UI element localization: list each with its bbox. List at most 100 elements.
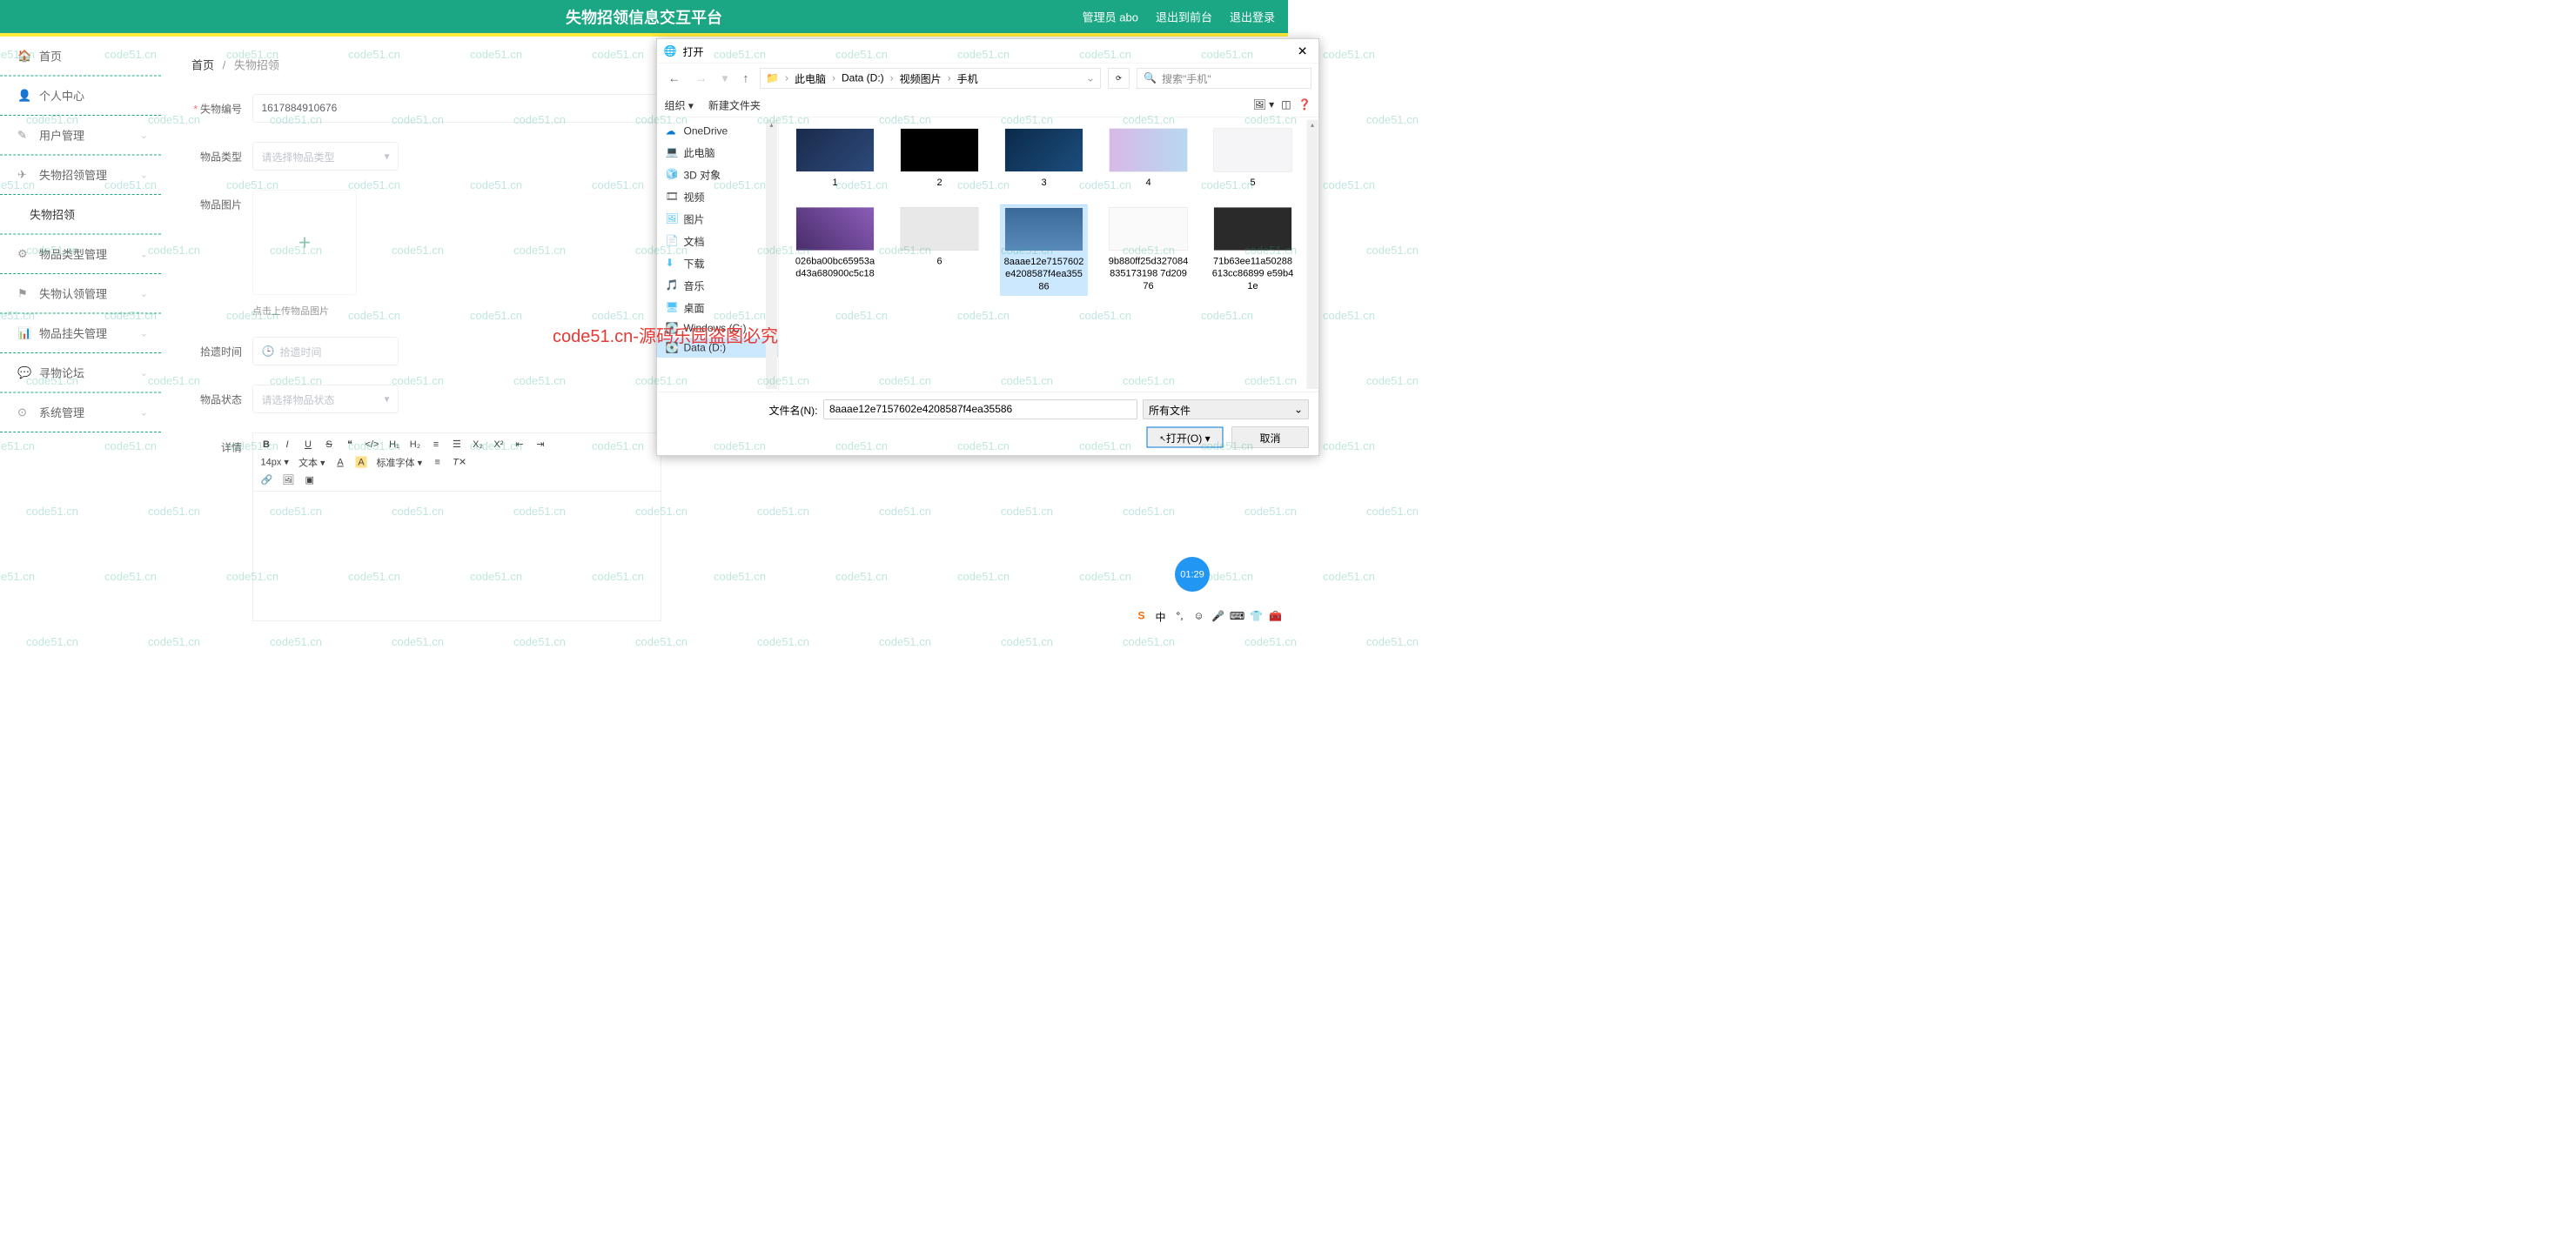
preview-pane-button[interactable]: ◫ (1281, 98, 1291, 111)
path-seg-2[interactable]: 视频图片 (900, 70, 942, 86)
image-button[interactable]: 🖼 (282, 474, 294, 486)
tree-scrollbar[interactable]: ▴ (766, 120, 777, 390)
ime-voice-button[interactable]: 🎤 (1211, 610, 1224, 623)
tree-item-7[interactable]: 🎵音乐 (657, 274, 779, 297)
new-folder-button[interactable]: 新建文件夹 (708, 97, 761, 113)
sidebar-icon: ⚙ (17, 247, 31, 261)
sidebar-item-0[interactable]: 🏠首页 (0, 37, 161, 77)
cancel-button[interactable]: 取消 (1232, 427, 1309, 448)
ime-punct-button[interactable]: °, (1173, 610, 1186, 623)
open-button[interactable]: ↖打开(O) ▾ (1147, 427, 1224, 448)
indent-out-button[interactable]: ⇤ (513, 439, 525, 450)
align-button[interactable]: ≡ (432, 457, 443, 468)
text-color-button[interactable]: A (335, 457, 346, 468)
tree-item-0[interactable]: ☁OneDrive (657, 122, 779, 142)
file-item-2[interactable]: 3 (1001, 126, 1088, 191)
sidebar-item-3[interactable]: ✈失物招领管理⌄ (0, 156, 161, 196)
code-button[interactable]: </> (366, 439, 379, 450)
back-button[interactable]: ← (665, 70, 684, 87)
path-seg-3[interactable]: 手机 (957, 70, 978, 86)
indent-in-button[interactable]: ⇥ (534, 439, 546, 450)
sup-button[interactable]: X² (493, 439, 504, 450)
tree-item-8[interactable]: 🖥桌面 (657, 297, 779, 319)
file-item-0[interactable]: 1 (792, 126, 879, 191)
help-button[interactable]: ❓ (1298, 98, 1311, 111)
search-input[interactable]: 🔍 搜索"手机" (1137, 68, 1311, 89)
font-size-select[interactable]: 14px ▾ (261, 457, 289, 468)
ol-button[interactable]: ≡ (430, 439, 441, 450)
sidebar-item-2[interactable]: ✎用户管理⌄ (0, 116, 161, 156)
editor-body[interactable] (252, 491, 661, 621)
tree-item-10[interactable]: 💽Data (D:) (657, 338, 779, 358)
file-item-4[interactable]: 5 (1210, 126, 1297, 191)
std-font-select[interactable]: 标准字体 ▾ (377, 455, 423, 469)
file-item-3[interactable]: 4 (1105, 126, 1192, 191)
quote-button[interactable]: ❝ (345, 439, 356, 450)
path-seg-1[interactable]: Data (D:) (842, 72, 884, 84)
sidebar-item-7[interactable]: 📊物品挂失管理⌄ (0, 314, 161, 354)
video-button[interactable]: ▣ (304, 474, 315, 486)
font-family-select[interactable]: 文本 ▾ (299, 455, 325, 469)
tree-item-2[interactable]: 🧊3D 对象 (657, 164, 779, 186)
path-bar[interactable]: 📁 › 此电脑› Data (D:)› 视频图片› 手机 ⌄ (761, 68, 1101, 89)
clear-format-button[interactable]: T✕ (453, 457, 466, 468)
ul-button[interactable]: ☰ (451, 439, 462, 450)
underline-button[interactable]: U (303, 439, 314, 450)
tree-item-6[interactable]: ⬇下载 (657, 252, 779, 275)
sidebar-item-5[interactable]: ⚙物品类型管理⌄ (0, 235, 161, 275)
file-item-5[interactable]: 026ba00bc65953ad43a680900c5c18 (792, 204, 879, 296)
forward-button[interactable]: → (692, 70, 711, 87)
tree-item-1[interactable]: 💻此电脑 (657, 141, 779, 164)
tree-item-3[interactable]: 🎞视频 (657, 185, 779, 208)
exit-frontend-link[interactable]: 退出到前台 (1156, 9, 1212, 25)
type-select[interactable]: 请选择物品类型 ▾ (252, 143, 399, 171)
tree-icon: 💽 (666, 322, 678, 335)
close-button[interactable]: ✕ (1293, 44, 1312, 58)
organize-menu[interactable]: 组织 ▾ (665, 97, 694, 113)
recent-button[interactable]: ▾ (719, 70, 732, 88)
sidebar-item-8[interactable]: 💬寻物论坛⌄ (0, 353, 161, 393)
sidebar-label: 寻物论坛 (39, 365, 84, 381)
file-item-6[interactable]: 6 (896, 204, 983, 296)
strike-button[interactable]: S (324, 439, 335, 450)
italic-button[interactable]: I (282, 439, 293, 450)
clock-icon: 🕒 (262, 345, 275, 358)
ime-emoji-button[interactable]: ☺ (1192, 610, 1205, 623)
refresh-button[interactable]: ⟳ (1109, 68, 1130, 89)
sidebar-item-6[interactable]: ⚑失物认领管理⌄ (0, 274, 161, 314)
filename-input[interactable] (823, 400, 1137, 419)
file-filter-select[interactable]: 所有文件 ⌄ (1144, 400, 1309, 419)
link-button[interactable]: 🔗 (261, 474, 273, 486)
path-seg-0[interactable]: 此电脑 (795, 70, 826, 86)
tree-item-4[interactable]: 🖼图片 (657, 208, 779, 231)
logout-link[interactable]: 退出登录 (1230, 9, 1275, 25)
h2-button[interactable]: H₂ (409, 439, 420, 450)
file-item-1[interactable]: 2 (896, 126, 983, 191)
tree-item-5[interactable]: 📄文档 (657, 230, 779, 252)
ime-lang-button[interactable]: 中 (1154, 610, 1167, 623)
sogou-icon[interactable]: S (1135, 610, 1148, 623)
h1-button[interactable]: H₁ (388, 439, 399, 450)
sidebar-item-4[interactable]: 失物招领 (0, 195, 161, 235)
breadcrumb-root[interactable]: 首页 (191, 59, 214, 72)
status-select[interactable]: 请选择物品状态 ▾ (252, 385, 399, 413)
path-chevron-icon[interactable]: ⌄ (1086, 72, 1095, 85)
sidebar-item-9[interactable]: ⊙系统管理⌄ (0, 393, 161, 433)
ime-toolbox-button[interactable]: 🧰 (1269, 610, 1282, 623)
tree-item-9[interactable]: 💽Windows (C:) (657, 318, 779, 338)
files-scrollbar[interactable]: ▴ (1307, 120, 1318, 390)
file-item-9[interactable]: 71b63ee11a50288613cc86899 e59b41e (1210, 204, 1297, 296)
admin-user-link[interactable]: 管理员 abo (1083, 9, 1138, 25)
sidebar-item-1[interactable]: 👤个人中心 (0, 77, 161, 117)
sub-button[interactable]: X₂ (472, 439, 483, 450)
time-input[interactable]: 🕒 拾遗时间 (252, 338, 399, 365)
file-item-8[interactable]: 9b880ff25d327084835173198 7d20976 (1105, 204, 1192, 296)
file-item-7[interactable]: 8aaae12e7157602e4208587f4ea35586 (1001, 204, 1088, 296)
bold-button[interactable]: B (261, 439, 272, 450)
up-button[interactable]: ↑ (740, 70, 753, 87)
ime-keyboard-button[interactable]: ⌨ (1231, 610, 1244, 623)
image-upload[interactable]: + (252, 191, 357, 295)
ime-skin-button[interactable]: 👕 (1250, 610, 1263, 623)
view-mode-button[interactable]: 🖼 ▾ (1253, 98, 1275, 111)
bg-color-button[interactable]: A (356, 457, 367, 468)
